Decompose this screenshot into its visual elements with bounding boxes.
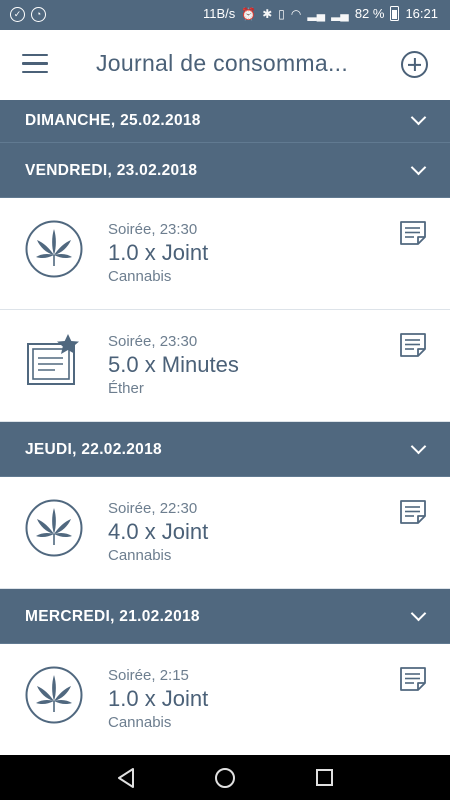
system-navigation-bar — [0, 755, 450, 800]
back-icon[interactable] — [116, 767, 136, 789]
chevron-down-icon[interactable] — [410, 605, 427, 622]
day-header[interactable]: JEUDI, 22.02.2018 — [0, 422, 450, 477]
chevron-down-icon[interactable] — [410, 159, 427, 176]
notification-icon: ◔ — [31, 7, 46, 22]
status-bar: ✓ ◔ 11B/s ⏰ ✱ ▯ ◠ ▂▄ ▂▄ 82 % 16:21 — [0, 0, 450, 30]
day-header-label: VENDREDI, 23.02.2018 — [25, 162, 198, 179]
app-screen: ✓ ◔ 11B/s ⏰ ✱ ▯ ◠ ▂▄ ▂▄ 82 % 16:21 Journ… — [0, 0, 450, 800]
list-item[interactable]: Soirée, 22:30 4.0 x Joint Cannabis — [0, 477, 450, 589]
entry-time: Soirée, 23:30 — [108, 333, 198, 350]
cannabis-leaf-icon — [25, 220, 83, 278]
list-item[interactable]: Soirée, 23:30 5.0 x Minutes Éther — [0, 310, 450, 422]
cannabis-leaf-icon — [25, 499, 83, 557]
status-notification-icons: ✓ ◔ — [10, 7, 46, 22]
chevron-down-icon[interactable] — [410, 438, 427, 455]
clipboard-star-icon — [27, 334, 79, 385]
day-header-label: JEUDI, 22.02.2018 — [25, 441, 162, 458]
entry-time: Soirée, 23:30 — [108, 221, 198, 238]
chevron-down-icon[interactable] — [410, 109, 427, 126]
note-icon[interactable] — [399, 332, 427, 358]
note-icon[interactable] — [399, 499, 427, 525]
entry-time: Soirée, 2:15 — [108, 667, 189, 684]
day-header[interactable]: VENDREDI, 23.02.2018 — [0, 143, 450, 198]
hamburger-icon[interactable] — [22, 54, 48, 76]
entry-substance: Cannabis — [108, 714, 172, 731]
entry-substance: Cannabis — [108, 547, 172, 564]
entry-amount: 1.0 x Joint — [108, 686, 209, 711]
entry-substance: Cannabis — [108, 268, 172, 285]
note-icon[interactable] — [399, 666, 427, 692]
clock: 16:21 — [405, 6, 438, 21]
app-bar: Journal de consomma... — [0, 30, 450, 100]
page-title: Journal de consomma... — [96, 50, 349, 76]
status-indicators: 11B/s ⏰ ✱ ▯ ◠ ▂▄ ▂▄ 82 % 16:21 — [203, 6, 438, 21]
recent-apps-icon[interactable] — [316, 769, 333, 786]
consumption-journal-list[interactable]: DIMANCHE, 25.02.2018 VENDREDI, 23.02.201… — [0, 100, 450, 755]
battery-icon — [390, 6, 400, 21]
entry-time: Soirée, 22:30 — [108, 500, 198, 517]
entry-amount: 1.0 x Joint — [108, 240, 209, 265]
day-header[interactable]: MERCREDI, 21.02.2018 — [0, 589, 450, 644]
day-header-label: MERCREDI, 21.02.2018 — [25, 608, 200, 625]
bluetooth-icon: ✱ — [262, 6, 273, 21]
signal-icon: ▂▄ — [307, 6, 326, 21]
home-icon[interactable] — [215, 768, 235, 788]
signal-icon: ▂▄ — [331, 6, 349, 21]
day-header[interactable]: DIMANCHE, 25.02.2018 — [0, 100, 450, 143]
list-item[interactable]: Soirée, 2:15 1.0 x Joint Cannabis — [0, 644, 450, 755]
alarm-icon: ⏰ — [241, 6, 257, 21]
entry-substance: Éther — [108, 380, 144, 397]
entry-amount: 4.0 x Joint — [108, 519, 209, 544]
note-icon[interactable] — [399, 220, 427, 246]
wifi-icon: ◠ — [290, 6, 302, 21]
entry-amount: 5.0 x Minutes — [108, 352, 239, 377]
day-header-label: DIMANCHE, 25.02.2018 — [25, 112, 201, 129]
network-speed: 11B/s — [202, 6, 236, 21]
vibrate-icon: ▯ — [278, 6, 285, 21]
cannabis-leaf-icon — [25, 666, 83, 724]
list-item[interactable]: Soirée, 23:30 1.0 x Joint Cannabis — [0, 198, 450, 310]
plus-circle-icon[interactable] — [401, 51, 428, 78]
notification-icon: ✓ — [10, 7, 25, 22]
battery-percent: 82 % — [354, 6, 385, 21]
